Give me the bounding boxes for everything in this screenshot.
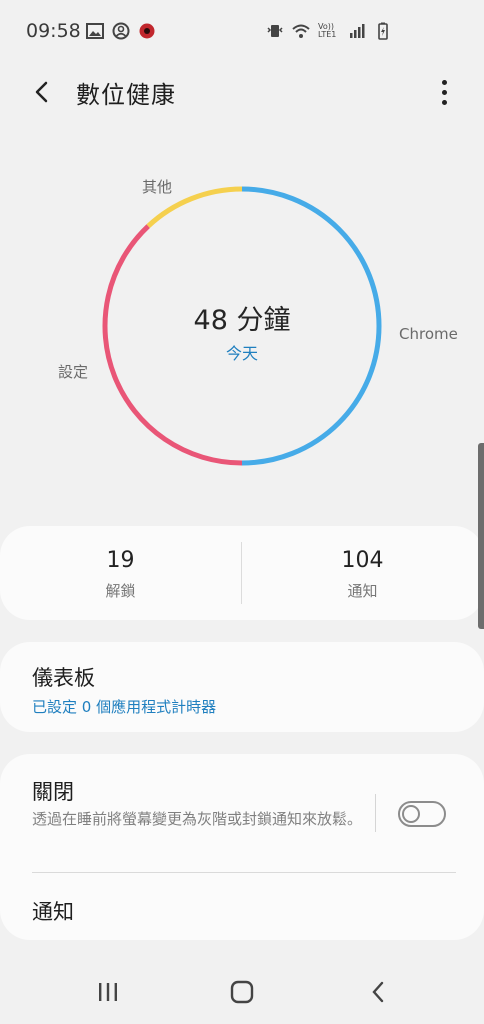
status-icons-left	[86, 22, 156, 40]
dashboard-card[interactable]: 儀表板 已設定 0 個應用程式計時器	[0, 642, 484, 732]
nav-back-icon	[372, 981, 384, 1003]
navigation-bar	[0, 960, 484, 1024]
status-bar: 09:58 Vo)) LTE1	[0, 0, 484, 64]
signal-icon	[350, 24, 365, 38]
wind-down-row[interactable]: 關閉 透過在睡前將螢幕變更為灰階或封鎖通知來放鬆。	[0, 754, 484, 870]
more-options-button[interactable]	[432, 76, 456, 108]
back-arrow-icon	[35, 81, 48, 103]
unlocks-count: 19	[106, 548, 135, 573]
unlocks-stat[interactable]: 19 解鎖	[0, 526, 241, 620]
wind-down-description: 透過在睡前將螢幕變更為灰階或封鎖通知來放鬆。	[32, 810, 363, 828]
row-divider	[32, 872, 456, 873]
gallery-icon	[86, 23, 104, 39]
app-bar: 數位健康	[0, 64, 484, 120]
back-button[interactable]	[26, 76, 58, 108]
status-icons-right: Vo)) LTE1	[266, 22, 392, 40]
more-dot-icon	[441, 99, 447, 105]
vibrate-icon	[267, 25, 283, 37]
toggle-knob	[402, 805, 420, 823]
account-circle-icon	[112, 22, 130, 40]
notifications-count: 104	[341, 548, 384, 573]
wind-down-title: 關閉	[32, 780, 74, 804]
wind-down-card: 關閉 透過在睡前將螢幕變更為灰階或封鎖通知來放鬆。 通知	[0, 754, 484, 940]
chart-label-settings: 設定	[58, 363, 89, 381]
more-dot-icon	[441, 79, 447, 85]
unlocks-label: 解鎖	[105, 582, 136, 600]
chart-label-other: 其他	[142, 178, 173, 196]
volte-lte-icon: Vo)) LTE1	[318, 22, 337, 39]
home-icon	[230, 980, 254, 1004]
more-dot-icon	[441, 89, 447, 95]
wind-down-toggle[interactable]	[398, 801, 446, 827]
scrollbar[interactable]	[478, 443, 484, 629]
app-badge-icon	[139, 23, 155, 39]
home-button[interactable]	[222, 974, 262, 1010]
battery-charging-icon	[378, 22, 388, 40]
toggle-divider	[375, 794, 376, 832]
dashboard-title: 儀表板	[32, 666, 95, 690]
wifi-icon	[292, 24, 310, 38]
recent-apps-icon	[99, 983, 117, 1001]
chart-label-chrome: Chrome	[399, 325, 458, 343]
recent-apps-button[interactable]	[88, 974, 128, 1010]
nav-back-button[interactable]	[358, 974, 398, 1010]
stats-card: 19 解鎖 104 通知	[0, 526, 484, 620]
notifications-label: 通知	[347, 582, 378, 600]
status-time: 09:58	[26, 20, 81, 42]
notifications-row-title: 通知	[32, 900, 74, 924]
dashboard-subtitle: 已設定 0 個應用程式計時器	[32, 698, 217, 716]
page-title: 數位健康	[76, 81, 176, 109]
notifications-stat[interactable]: 104 通知	[242, 526, 483, 620]
notifications-row[interactable]: 通知	[0, 874, 484, 940]
digital-wellbeing-screen: 09:58 Vo)) LTE1 數位健康 48 分鐘 今天 Chrome 設定 …	[0, 0, 484, 1024]
